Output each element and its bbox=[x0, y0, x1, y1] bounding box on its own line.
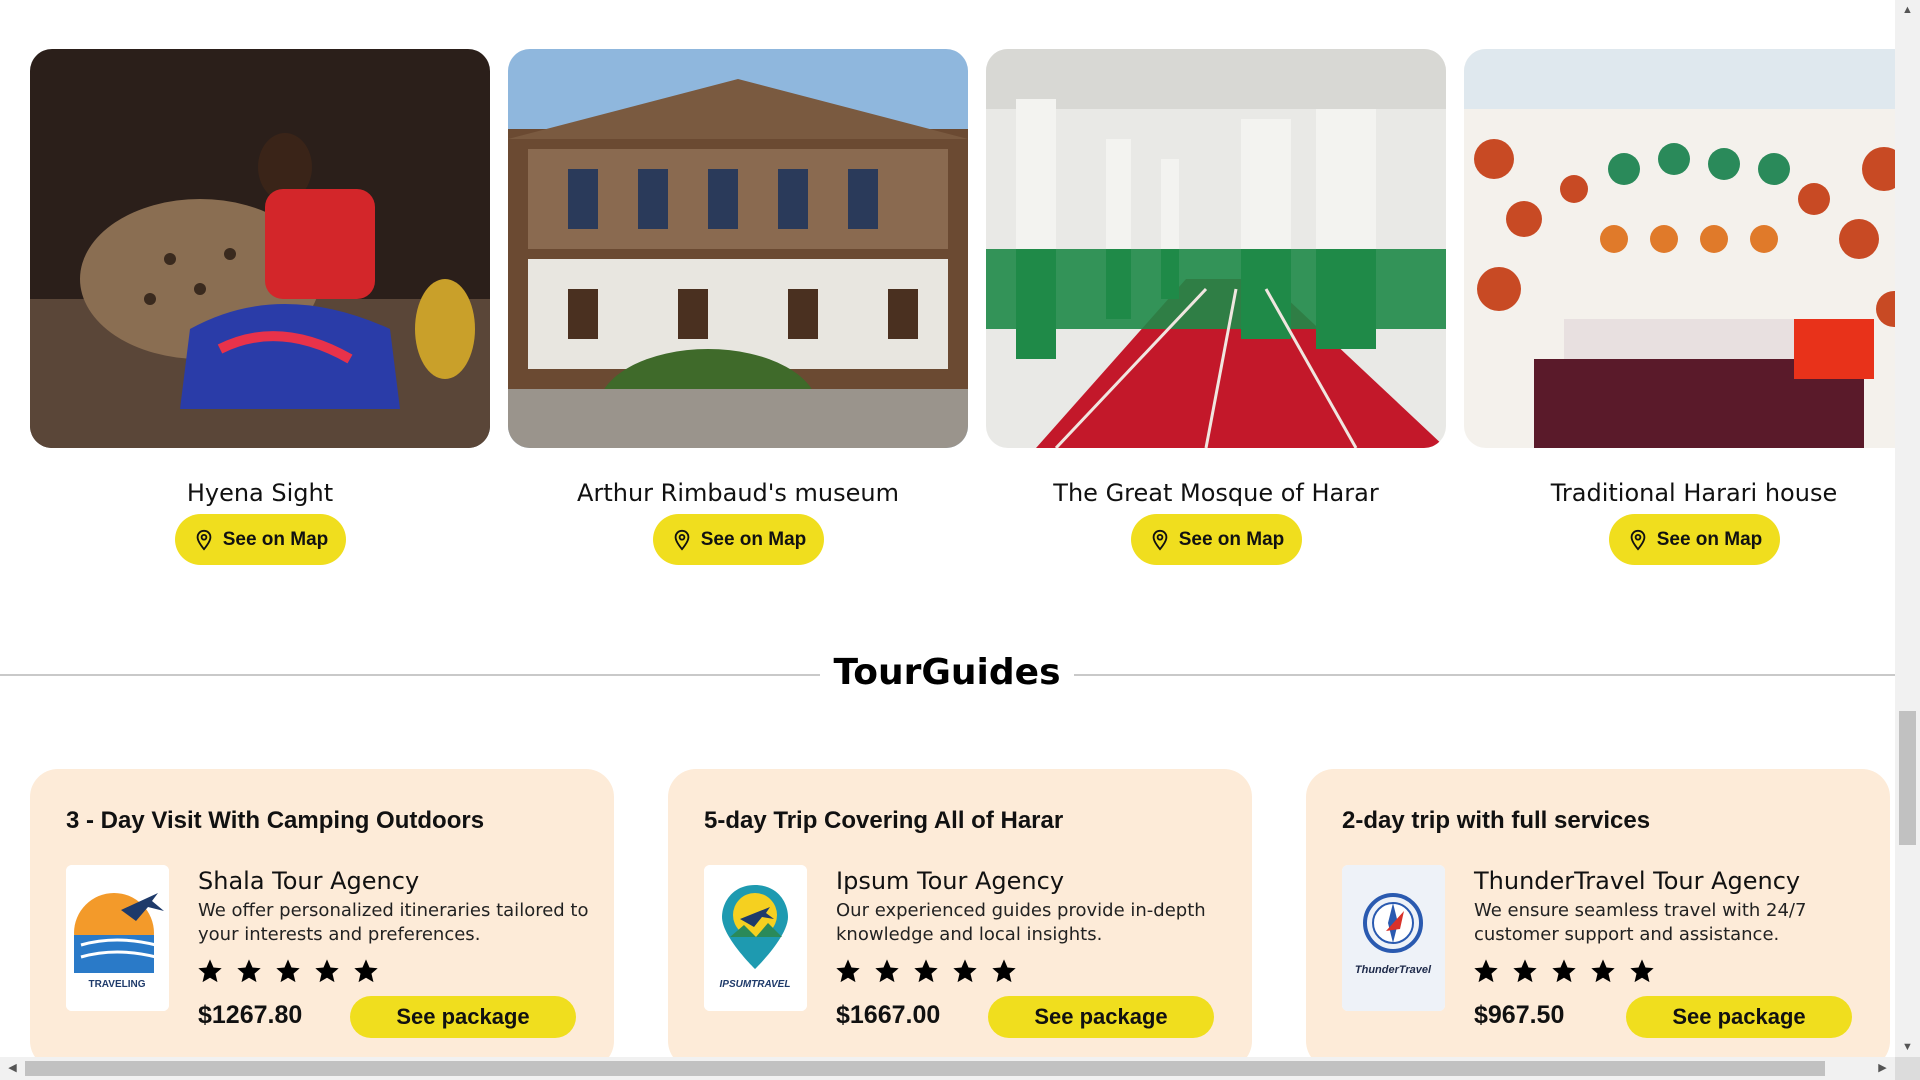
star-icon bbox=[953, 959, 977, 983]
package-title: 5-day Trip Covering All of Harar bbox=[704, 807, 1064, 834]
scroll-up-arrow-icon[interactable]: ▲ bbox=[1895, 0, 1920, 20]
star-icon bbox=[875, 959, 899, 983]
see-on-map-label: See on Map bbox=[700, 528, 807, 550]
star-icon bbox=[836, 959, 860, 983]
package-title: 3 - Day Visit With Camping Outdoors bbox=[66, 807, 485, 834]
star-icon bbox=[1591, 959, 1615, 983]
star-icon bbox=[1513, 959, 1537, 983]
star-icon bbox=[315, 959, 339, 983]
horizontal-scrollbar[interactable]: ◀ ▶ bbox=[0, 1057, 1895, 1080]
vertical-scrollbar[interactable]: ▲ ▼ bbox=[1895, 0, 1920, 1057]
agency-description: We offer personalized itineraries tailor… bbox=[198, 900, 589, 945]
attraction-photo-hyena bbox=[30, 49, 490, 448]
map-pin-icon bbox=[196, 529, 212, 551]
attraction-photo-mosque bbox=[986, 49, 1446, 448]
star-icon bbox=[1474, 959, 1498, 983]
package-title: 2-day trip with full services bbox=[1342, 807, 1651, 834]
scroll-down-arrow-icon[interactable]: ▼ bbox=[1895, 1037, 1920, 1057]
rating-stars bbox=[196, 957, 380, 985]
tour-package-card: 3 - Day Visit With Camping Outdoors TRAV… bbox=[30, 769, 614, 1057]
agency-description: We ensure seamless travel with 24/7 cust… bbox=[1474, 900, 1807, 945]
see-on-map-label: See on Map bbox=[1656, 528, 1763, 550]
vertical-scrollbar-thumb[interactable] bbox=[1899, 711, 1916, 845]
attraction-card-hyena: Hyena Sight See on Map bbox=[30, 49, 490, 565]
star-icon bbox=[992, 959, 1016, 983]
attraction-name: Arthur Rimbaud's museum bbox=[577, 479, 899, 507]
attraction-photo-rimbaud bbox=[508, 49, 968, 448]
see-on-map-button[interactable]: See on Map bbox=[1609, 514, 1780, 565]
map-pin-icon bbox=[1630, 529, 1646, 551]
scroll-left-arrow-icon[interactable]: ◀ bbox=[0, 1057, 25, 1080]
star-icon bbox=[237, 959, 261, 983]
horizontal-scrollbar-thumb[interactable] bbox=[25, 1061, 1825, 1076]
agency-logo-text: IPSUMTRAVEL bbox=[720, 979, 791, 990]
map-pin-icon bbox=[1152, 529, 1168, 551]
star-icon bbox=[1630, 959, 1654, 983]
attraction-name: Hyena Sight bbox=[186, 479, 334, 507]
package-price: $967.50 bbox=[1474, 1001, 1565, 1029]
attraction-card-rimbaud: Arthur Rimbaud's museum See on Map bbox=[508, 49, 968, 565]
star-icon bbox=[198, 959, 222, 983]
map-pin-icon bbox=[674, 529, 690, 551]
see-on-map-label: See on Map bbox=[1178, 528, 1285, 550]
section-title: TourGuides bbox=[833, 652, 1061, 693]
see-package-button[interactable]: See package bbox=[350, 996, 576, 1038]
star-icon bbox=[276, 959, 300, 983]
attraction-photo-harari-house bbox=[1464, 49, 1895, 448]
agency-logo-text: TRAVELING bbox=[88, 979, 145, 990]
tour-package-card: 5-day Trip Covering All of Harar IPSUMTR… bbox=[668, 769, 1252, 1057]
tour-package-card: 2-day trip with full services ThunderTra… bbox=[1306, 769, 1890, 1057]
see-on-map-button[interactable]: See on Map bbox=[1131, 514, 1302, 565]
agency-logo-text: ThunderTravel bbox=[1355, 964, 1432, 976]
tourguides-section-header: TourGuides bbox=[0, 650, 1895, 700]
package-price: $1267.80 bbox=[198, 1001, 303, 1029]
see-on-map-button[interactable]: See on Map bbox=[175, 514, 346, 565]
package-price: $1667.00 bbox=[836, 1001, 941, 1029]
see-package-button[interactable]: See package bbox=[988, 996, 1214, 1038]
attractions-row: Hyena Sight See on Map Arthur Rimbaud's … bbox=[30, 49, 1895, 569]
agency-logo: IPSUMTRAVEL bbox=[704, 865, 807, 1011]
agency-name: Shala Tour Agency bbox=[198, 867, 420, 895]
divider-line bbox=[0, 674, 820, 676]
attraction-name: Traditional Harari house bbox=[1550, 479, 1838, 507]
agency-logo: TRAVELING bbox=[66, 865, 169, 1011]
star-icon bbox=[354, 959, 378, 983]
attraction-name: The Great Mosque of Harar bbox=[1053, 479, 1379, 507]
rating-stars bbox=[1472, 957, 1656, 985]
see-on-map-button[interactable]: See on Map bbox=[653, 514, 824, 565]
scroll-right-arrow-icon[interactable]: ▶ bbox=[1870, 1057, 1895, 1080]
attraction-card-harari-house: Traditional Harari house See on Map bbox=[1464, 49, 1895, 565]
page-viewport: Hyena Sight See on Map Arthur Rimbaud's … bbox=[0, 0, 1895, 1057]
see-on-map-label: See on Map bbox=[222, 528, 329, 550]
agency-name: Ipsum Tour Agency bbox=[836, 867, 1065, 895]
agency-description: Our experienced guides provide in-depth … bbox=[836, 900, 1206, 945]
star-icon bbox=[1552, 959, 1576, 983]
attraction-card-mosque: The Great Mosque of Harar See on Map bbox=[986, 49, 1446, 565]
divider-line bbox=[1074, 674, 1895, 676]
agency-logo: ThunderTravel bbox=[1342, 865, 1445, 1011]
scrollbar-corner bbox=[1895, 1057, 1920, 1080]
star-icon bbox=[914, 959, 938, 983]
see-package-button[interactable]: See package bbox=[1626, 996, 1852, 1038]
agency-name: ThunderTravel Tour Agency bbox=[1474, 867, 1801, 895]
rating-stars bbox=[834, 957, 1018, 985]
